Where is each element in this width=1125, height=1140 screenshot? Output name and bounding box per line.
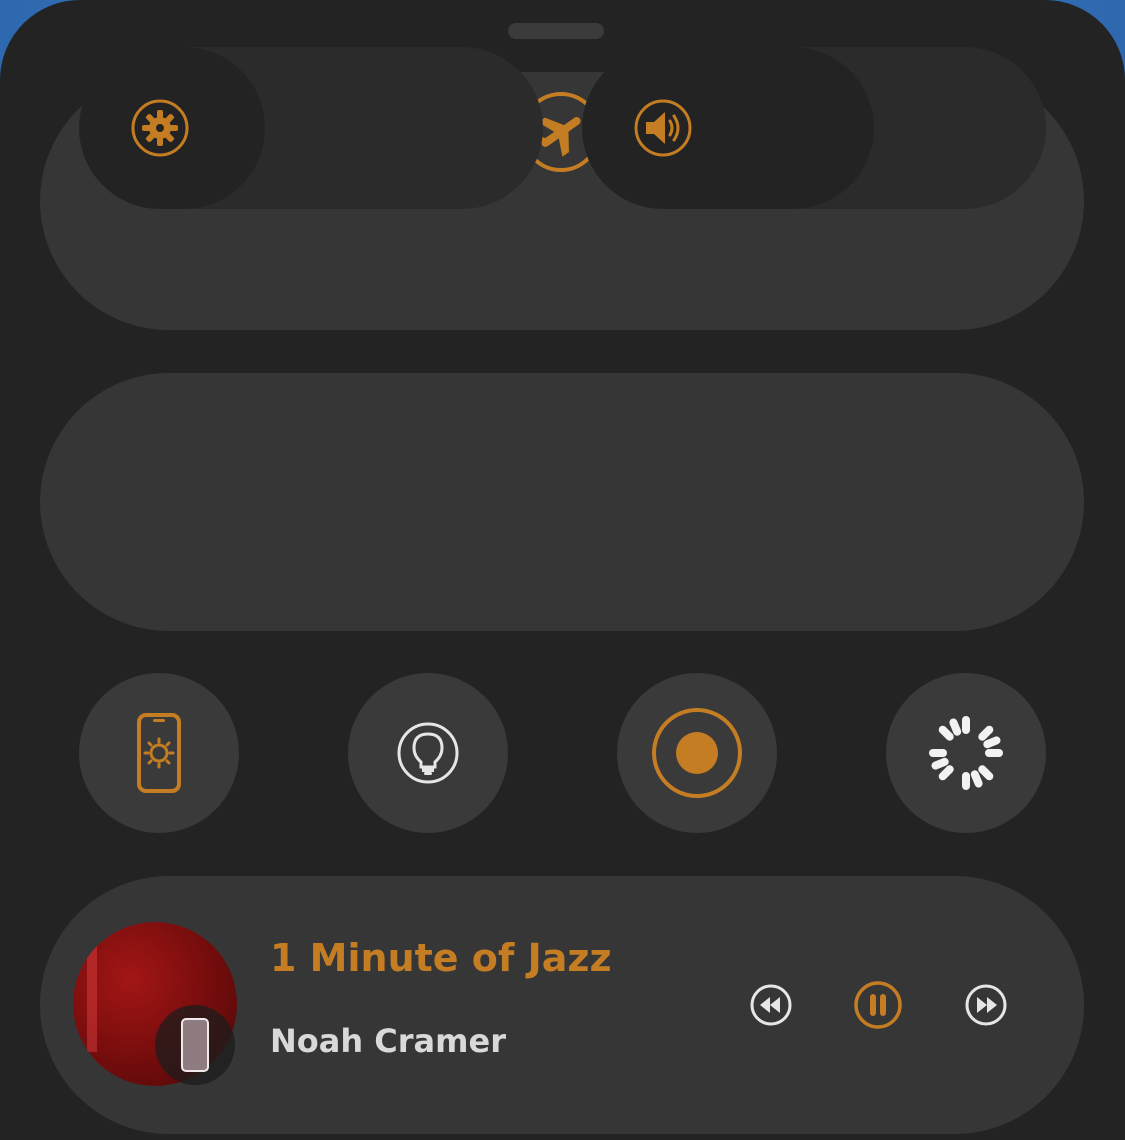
record-icon bbox=[652, 708, 742, 798]
screen-record-button[interactable] bbox=[617, 673, 777, 833]
brightness-slider[interactable] bbox=[79, 47, 543, 209]
pause-icon bbox=[854, 981, 902, 1029]
output-device-button[interactable] bbox=[155, 1005, 235, 1085]
drag-handle[interactable] bbox=[508, 23, 604, 39]
previous-icon bbox=[750, 984, 792, 1026]
screen-brightness-button[interactable] bbox=[79, 673, 239, 833]
phone-brightness-icon bbox=[137, 713, 181, 793]
volume-slider[interactable] bbox=[582, 47, 1046, 209]
control-center-panel: 1 Minute of Jazz Noah Cramer bbox=[0, 0, 1125, 1140]
track-title: 1 Minute of Jazz bbox=[270, 936, 612, 980]
track-artist: Noah Cramer bbox=[270, 1022, 506, 1060]
brightness-gear-icon bbox=[131, 99, 189, 157]
phone-icon bbox=[181, 1018, 209, 1072]
speaker-icon bbox=[634, 99, 692, 157]
sliders-container bbox=[40, 373, 1084, 631]
sync-button[interactable] bbox=[886, 673, 1046, 833]
pause-button[interactable] bbox=[853, 980, 903, 1030]
previous-button[interactable] bbox=[746, 980, 796, 1030]
flashlight-button[interactable] bbox=[348, 673, 508, 833]
loading-spinner-icon bbox=[929, 716, 1003, 790]
volume-slider-fill bbox=[582, 47, 874, 209]
next-icon bbox=[965, 984, 1007, 1026]
flashlight-icon bbox=[397, 722, 459, 784]
volume-slider-icon bbox=[632, 97, 694, 159]
brightness-slider-icon bbox=[129, 97, 191, 159]
next-button[interactable] bbox=[961, 980, 1011, 1030]
